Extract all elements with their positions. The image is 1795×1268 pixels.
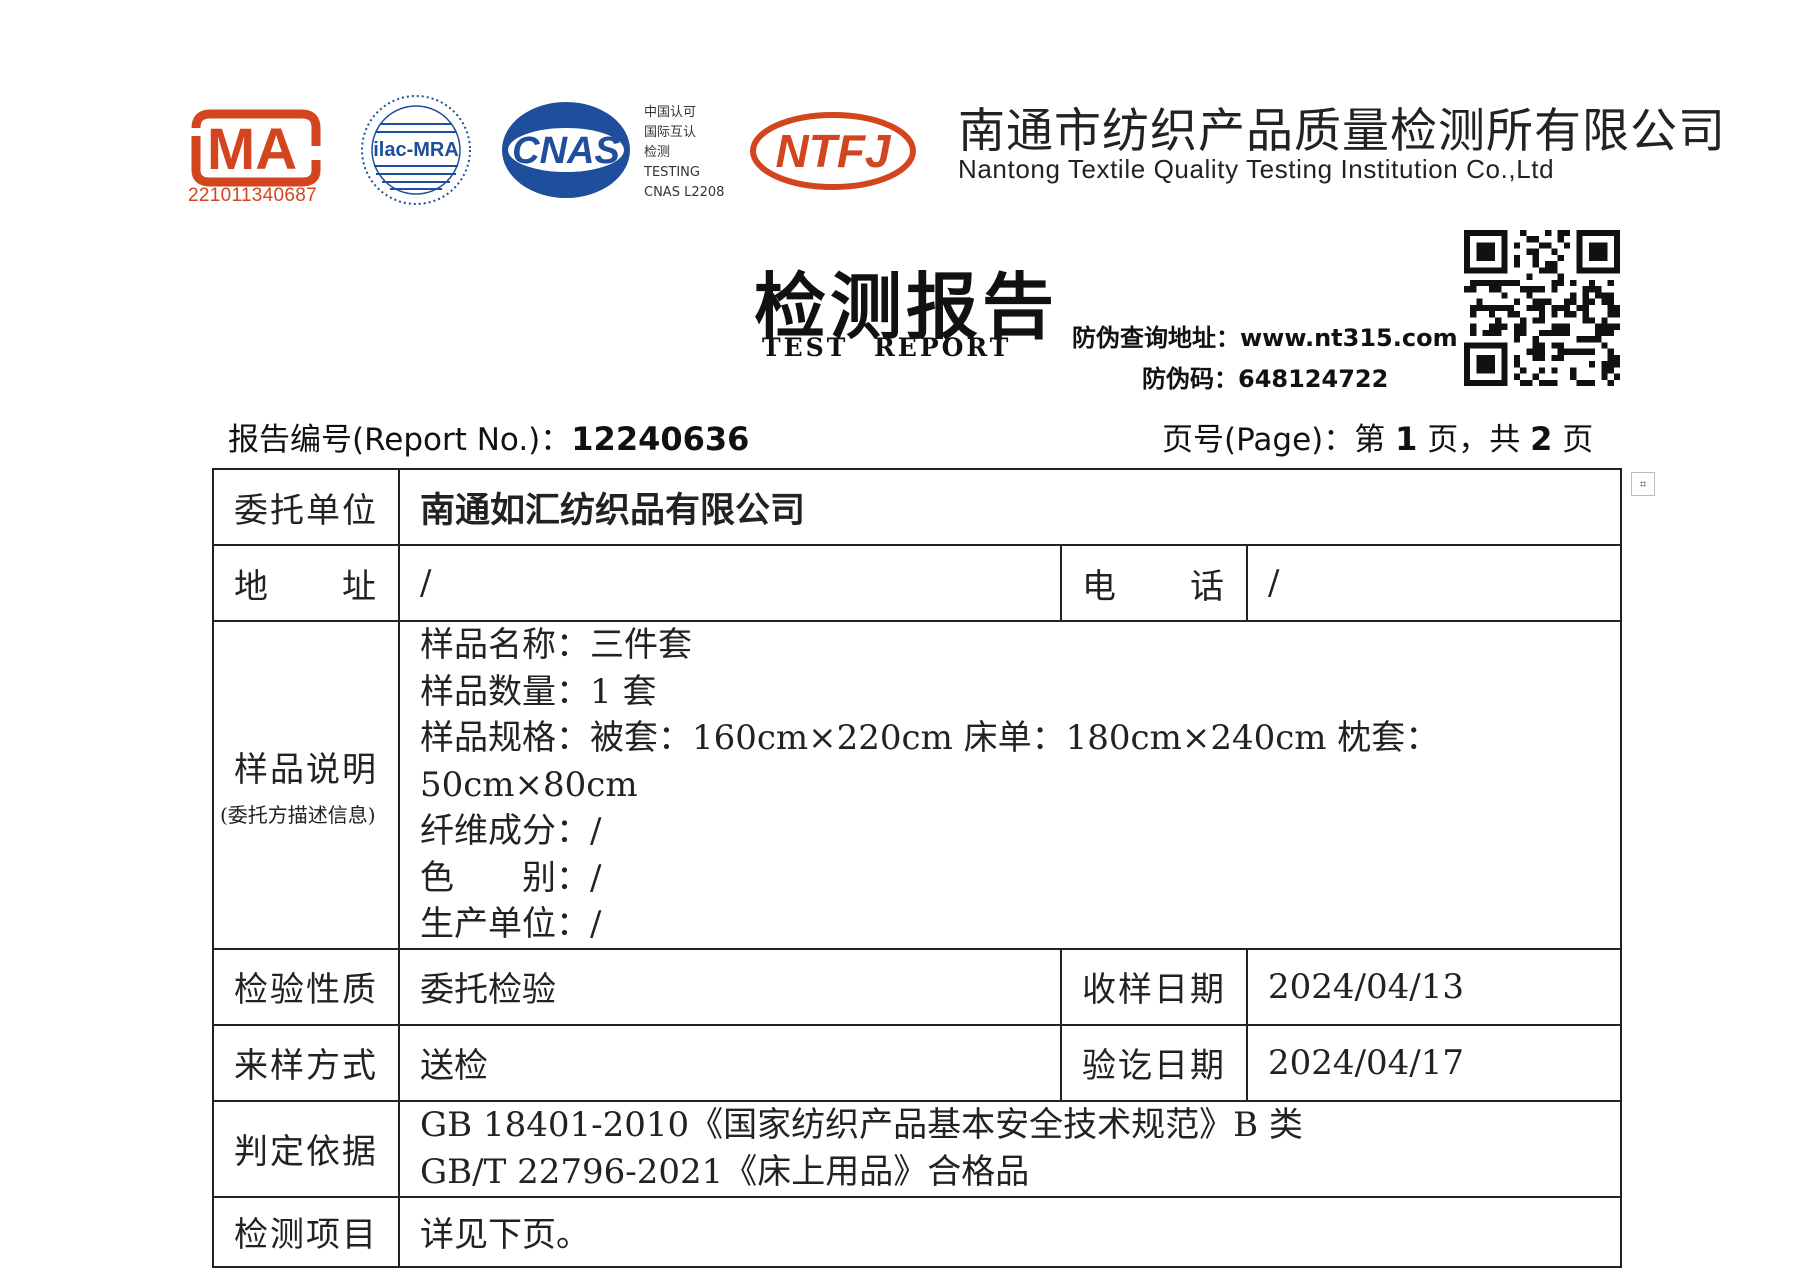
report-title-en: TEST REPORT [762, 333, 1012, 362]
verify-code: 防伪码：648124722 [1142, 359, 1388, 394]
table-row: 判定依据 GB 18401-2010《国家纺织产品基本安全技术规范》B 类 GB… [212, 1099, 1622, 1198]
sample-line: 纤维成分：/ [420, 811, 602, 851]
table-row: 委托单位 南通如汇纺织品有限公司 [212, 468, 1622, 546]
page-end: 页 [1562, 422, 1594, 458]
nature-label: 检验性质 [212, 947, 400, 1026]
finish-label: 验讫日期 [1060, 1023, 1248, 1102]
method-label: 来样方式 [212, 1023, 400, 1102]
table-row: 检测项目 详见下页。 [212, 1195, 1622, 1268]
sample-line: 生产单位：/ [420, 904, 602, 944]
verify-address: 防伪查询地址：www.nt315.com [1072, 318, 1458, 353]
basis-value: GB 18401-2010《国家纺织产品基本安全技术规范》B 类 GB/T 22… [398, 1099, 1622, 1198]
verify-code-label: 防伪码： [1142, 365, 1238, 393]
method-value: 送检 [398, 1023, 1062, 1102]
report-number: 报告编号(Report No.)：12240636 [228, 414, 749, 459]
cnas-caption-line: 国际互认 [644, 125, 697, 140]
sample-description: 样品名称：三件套 样品数量：1 套 样品规格：被套：160cm×220cm 床单… [398, 620, 1622, 950]
address-label: 地址 [212, 544, 400, 622]
page-label: 页号(Page)：第 [1162, 422, 1386, 458]
finish-value: 2024/04/17 [1246, 1023, 1622, 1102]
cnas-caption-line: CNAS L2208 [644, 185, 725, 200]
items-value: 详见下页。 [398, 1195, 1622, 1268]
page-total: 2 [1530, 420, 1553, 458]
sample-line: 样品数量：1 套 [420, 671, 657, 712]
ma-logo-text: MA [207, 117, 297, 182]
company-name-en: Nantong Textile Quality Testing Institut… [958, 154, 1555, 184]
sample-line: 样品规格：被套：160cm×220cm 床单：180cm×240cm 枕套：50… [420, 718, 1440, 805]
phone-label-a: 电 [1082, 566, 1118, 607]
client-value: 南通如汇纺织品有限公司 [398, 468, 1622, 546]
ma-number: 221011340687 [188, 185, 317, 206]
ntfj-logo: NTFJ [750, 112, 916, 190]
company-name-cn: 南通市纺织产品质量检测所有限公司 [958, 104, 1726, 159]
nature-value: 委托检验 [398, 947, 1062, 1026]
ilac-logo-text: ilac-MRA [373, 139, 459, 161]
address-label-b: 址 [342, 566, 378, 607]
sample-label-text: 样品说明 [234, 749, 378, 790]
verify-address-link[interactable]: www.nt315.com [1240, 324, 1458, 352]
basis-line: GB/T 22796-2021《床上用品》合格品 [420, 1151, 1030, 1192]
items-label: 检测项目 [212, 1195, 400, 1268]
receive-value: 2024/04/13 [1246, 947, 1622, 1026]
phone-label-b: 话 [1190, 566, 1226, 607]
address-value: / [398, 544, 1062, 622]
cnas-caption-line: TESTING [644, 165, 700, 180]
report-info-table: 委托单位 南通如汇纺织品有限公司 地址 / 电话 / 样品说明 (委托方描述信息… [212, 468, 1622, 1268]
qr-code-icon [1464, 230, 1620, 386]
ilac-mra-logo: ilac-MRA [361, 95, 471, 205]
ntfj-logo-text: NTFJ [776, 125, 892, 177]
page-number: 页号(Page)：第 1 页，共 2 页 [1162, 414, 1593, 459]
sample-sublabel: (委托方描述信息) [220, 802, 376, 827]
page-mid: 页，共 [1427, 422, 1521, 458]
cnas-caption-line: 检测 [644, 145, 671, 160]
cnas-caption: 中国认可 国际互认 检测 TESTING CNAS L2208 [644, 103, 724, 203]
report-number-label: 报告编号(Report No.)： [228, 422, 572, 458]
verify-code-value: 648124722 [1238, 365, 1389, 393]
sample-line: 色 别：/ [420, 857, 602, 898]
report-number-value: 12240636 [571, 420, 750, 458]
receive-label: 收样日期 [1060, 947, 1248, 1026]
cnas-caption-line: 中国认可 [644, 105, 697, 120]
page-current: 1 [1395, 420, 1418, 458]
basis-line: GB 18401-2010《国家纺织产品基本安全技术规范》B 类 [420, 1105, 1303, 1145]
address-label-a: 地 [234, 566, 270, 607]
sample-label: 样品说明 (委托方描述信息) [212, 620, 400, 950]
cnas-logo: CNAS [502, 102, 630, 198]
cnas-logo-text: CNAS [512, 130, 620, 172]
table-handle-icon[interactable]: ⌗ [1631, 472, 1655, 496]
table-row: 检验性质 委托检验 收样日期 2024/04/13 [212, 947, 1622, 1026]
phone-label: 电话 [1060, 544, 1248, 622]
basis-label: 判定依据 [212, 1099, 400, 1198]
table-row: 样品说明 (委托方描述信息) 样品名称：三件套 样品数量：1 套 样品规格：被套… [212, 620, 1622, 950]
table-row: 来样方式 送检 验讫日期 2024/04/17 [212, 1023, 1622, 1102]
table-row: 地址 / 电话 / [212, 544, 1622, 622]
client-label: 委托单位 [212, 468, 400, 546]
sample-line: 样品名称：三件套 [420, 625, 692, 665]
phone-value: / [1246, 544, 1622, 622]
verify-address-label: 防伪查询地址： [1072, 324, 1240, 352]
